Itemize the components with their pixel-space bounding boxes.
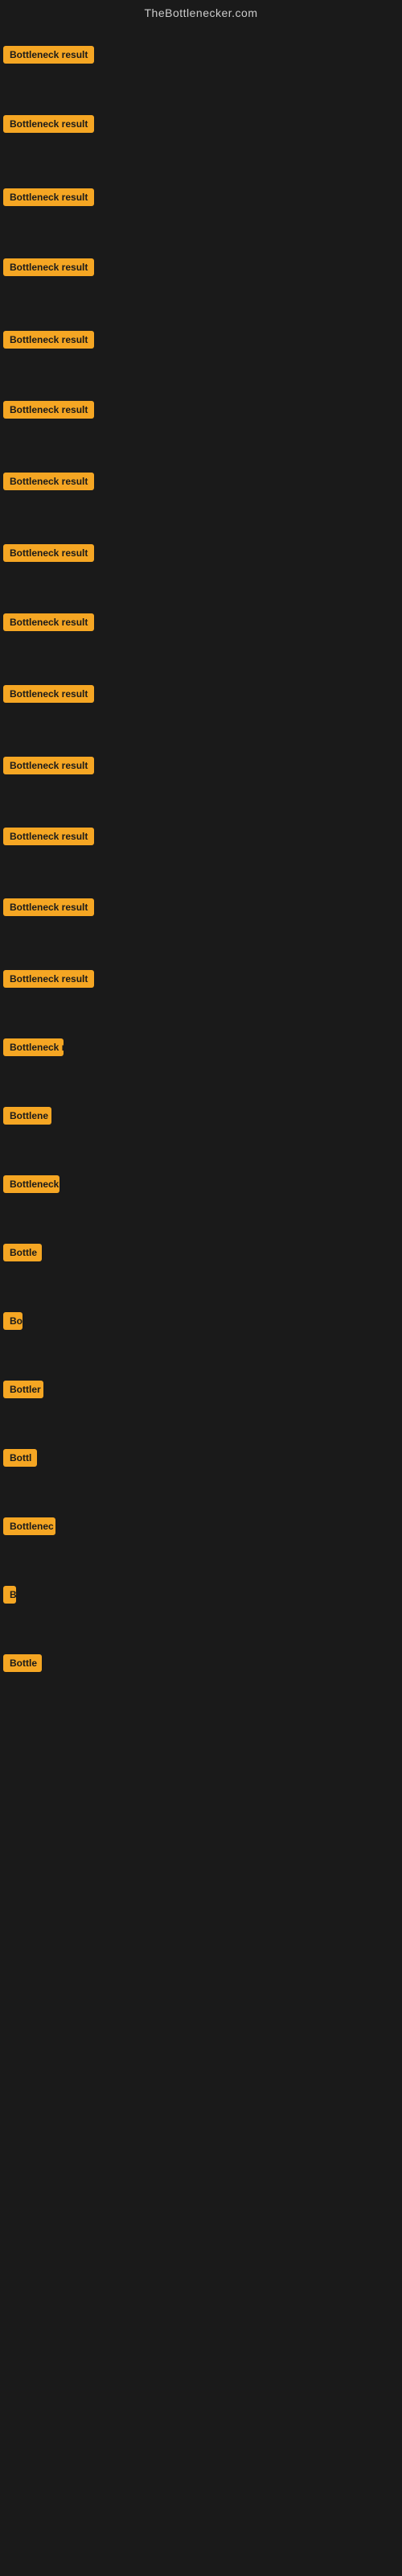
bottleneck-badge-18[interactable]: Bottle — [3, 1244, 42, 1261]
bottleneck-badge-4[interactable]: Bottleneck result — [3, 258, 94, 276]
result-row-19: Bo — [3, 1312, 23, 1334]
bottleneck-badge-7[interactable]: Bottleneck result — [3, 473, 94, 490]
bottleneck-badge-5[interactable]: Bottleneck result — [3, 331, 94, 349]
result-row-9: Bottleneck result — [3, 613, 94, 635]
result-row-23: B — [3, 1586, 16, 1608]
result-row-20: Bottler — [3, 1381, 43, 1402]
result-row-4: Bottleneck result — [3, 258, 94, 280]
bottleneck-badge-3[interactable]: Bottleneck result — [3, 188, 94, 206]
result-row-2: Bottleneck result — [3, 115, 94, 137]
result-row-21: Bottl — [3, 1449, 37, 1471]
bottleneck-badge-9[interactable]: Bottleneck result — [3, 613, 94, 631]
bottleneck-badge-2[interactable]: Bottleneck result — [3, 115, 94, 133]
bottleneck-badge-17[interactable]: Bottleneck — [3, 1175, 59, 1193]
result-row-16: Bottlene — [3, 1107, 51, 1129]
site-header: TheBottlenecker.com — [0, 0, 402, 27]
bottleneck-badge-8[interactable]: Bottleneck result — [3, 544, 94, 562]
bottleneck-badge-10[interactable]: Bottleneck result — [3, 685, 94, 703]
result-row-6: Bottleneck result — [3, 401, 94, 423]
bottleneck-badge-14[interactable]: Bottleneck result — [3, 970, 94, 988]
bottleneck-badge-15[interactable]: Bottleneck r — [3, 1038, 64, 1056]
bottleneck-badge-20[interactable]: Bottler — [3, 1381, 43, 1398]
result-row-5: Bottleneck result — [3, 331, 94, 353]
result-row-13: Bottleneck result — [3, 898, 94, 920]
result-row-1: Bottleneck result — [3, 46, 94, 68]
result-row-10: Bottleneck result — [3, 685, 94, 707]
bottleneck-badge-12[interactable]: Bottleneck result — [3, 828, 94, 845]
bottleneck-badge-11[interactable]: Bottleneck result — [3, 757, 94, 774]
bottleneck-badge-1[interactable]: Bottleneck result — [3, 46, 94, 64]
result-row-8: Bottleneck result — [3, 544, 94, 566]
result-row-11: Bottleneck result — [3, 757, 94, 778]
result-row-22: Bottlenec — [3, 1517, 55, 1539]
result-row-7: Bottleneck result — [3, 473, 94, 494]
site-title: TheBottlenecker.com — [144, 6, 257, 19]
bottleneck-badge-19[interactable]: Bo — [3, 1312, 23, 1330]
bottleneck-badge-24[interactable]: Bottle — [3, 1654, 42, 1672]
bottleneck-badge-21[interactable]: Bottl — [3, 1449, 37, 1467]
result-row-12: Bottleneck result — [3, 828, 94, 849]
result-row-24: Bottle — [3, 1654, 42, 1676]
result-row-15: Bottleneck r — [3, 1038, 64, 1060]
bottleneck-badge-6[interactable]: Bottleneck result — [3, 401, 94, 419]
bottleneck-badge-16[interactable]: Bottlene — [3, 1107, 51, 1125]
bottleneck-badge-13[interactable]: Bottleneck result — [3, 898, 94, 916]
result-row-14: Bottleneck result — [3, 970, 94, 992]
bottleneck-badge-22[interactable]: Bottlenec — [3, 1517, 55, 1535]
result-row-17: Bottleneck — [3, 1175, 59, 1197]
result-row-18: Bottle — [3, 1244, 42, 1265]
result-row-3: Bottleneck result — [3, 188, 94, 210]
bottleneck-badge-23[interactable]: B — [3, 1586, 16, 1604]
page-wrapper: TheBottlenecker.com Bottleneck result Bot… — [0, 0, 402, 2576]
